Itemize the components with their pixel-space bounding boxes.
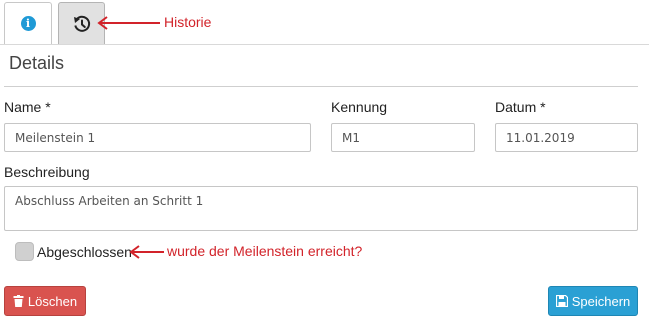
annotation-checkbox-hint: wurde der Meilenstein erreicht? [167, 243, 363, 259]
info-icon: i [20, 16, 36, 31]
delete-button-label: Löschen [27, 293, 78, 309]
abgeschlossen-label: Abgeschlossen [37, 244, 132, 260]
annotation-history: Historie [164, 14, 212, 30]
tab-divider [0, 44, 649, 45]
abgeschlossen-checkbox[interactable] [15, 242, 34, 261]
delete-button[interactable]: Löschen [4, 286, 86, 316]
datum-input[interactable]: 11.01.2019 [495, 123, 638, 152]
save-button[interactable]: Speichern [548, 286, 638, 316]
kennung-input[interactable]: M1 [331, 123, 475, 152]
beschreibung-textarea[interactable]: Abschluss Arbeiten an Schritt 1 [4, 186, 638, 231]
tab-info[interactable]: i [4, 2, 52, 44]
name-input[interactable]: Meilenstein 1 [4, 123, 311, 152]
annotation-arrow-checkbox [129, 245, 164, 259]
page-title: Details [9, 53, 65, 73]
history-icon [73, 15, 90, 32]
datum-label: Datum * [495, 99, 546, 115]
beschreibung-label: Beschreibung [4, 164, 90, 180]
floppy-disk-icon [555, 295, 568, 307]
save-button-label: Speichern [571, 293, 631, 309]
annotation-arrow-history [97, 16, 160, 30]
kennung-label: Kennung [331, 99, 388, 115]
title-divider [4, 86, 638, 87]
name-label: Name * [4, 99, 51, 115]
trash-icon [13, 295, 24, 307]
